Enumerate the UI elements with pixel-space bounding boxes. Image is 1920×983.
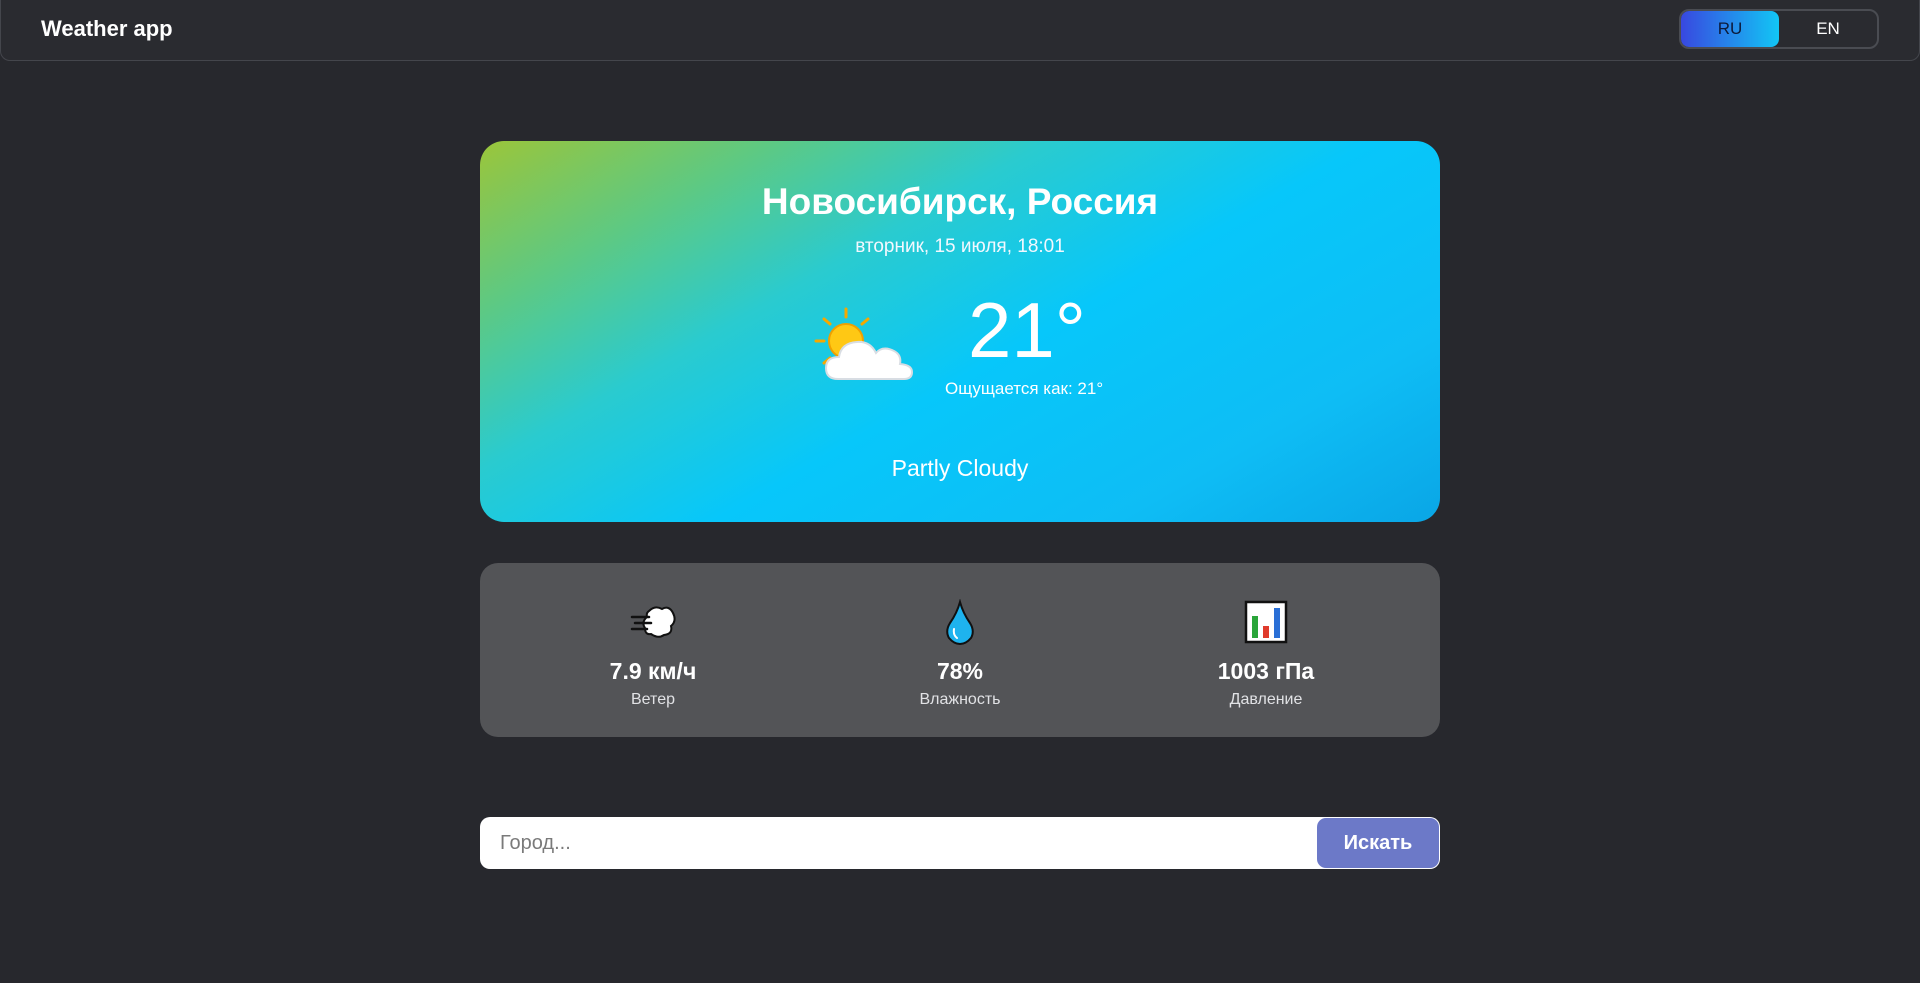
app-title: Weather app (41, 16, 173, 41)
wind-label: Ветер (631, 691, 675, 708)
stat-wind: 7.9 км/ч Ветер (553, 598, 753, 709)
humidity-value: 78% (936, 658, 984, 684)
partly-cloudy-icon (814, 307, 914, 380)
city-search-form: Искать (480, 817, 1440, 869)
stat-pressure: 1003 гПа Давление (1166, 598, 1366, 709)
search-button[interactable]: Искать (1317, 818, 1439, 868)
temperature: 21° (968, 286, 1086, 374)
wind-value: 7.9 км/ч (609, 658, 697, 684)
pressure-value: 1003 гПа (1217, 658, 1315, 684)
stat-humidity: 78% Влажность (860, 598, 1060, 709)
weather-condition: Partly Cloudy (891, 455, 1029, 481)
weather-stats-card: 7.9 км/ч Ветер 78% Влажность 1003 гПа Да… (480, 563, 1440, 737)
current-weather-card: Новосибирск, Россия вторник, 15 июля, 18… (480, 141, 1440, 522)
droplet-icon (946, 599, 974, 645)
language-button-en[interactable]: EN (1779, 11, 1877, 47)
language-button-ru[interactable]: RU (1681, 11, 1779, 47)
language-switch: RU EN (1679, 9, 1879, 49)
date-time: вторник, 15 июля, 18:01 (855, 236, 1065, 257)
humidity-label: Влажность (919, 691, 1001, 708)
bar-chart-icon (1244, 600, 1288, 644)
city-search-input[interactable] (480, 817, 1316, 869)
pressure-label: Давление (1229, 691, 1303, 708)
city-name: Новосибирск, Россия (761, 181, 1159, 222)
app-header: Weather app RU EN (0, 0, 1920, 61)
wind-icon (630, 606, 676, 638)
feels-like: Ощущается как: 21° (945, 379, 1104, 398)
